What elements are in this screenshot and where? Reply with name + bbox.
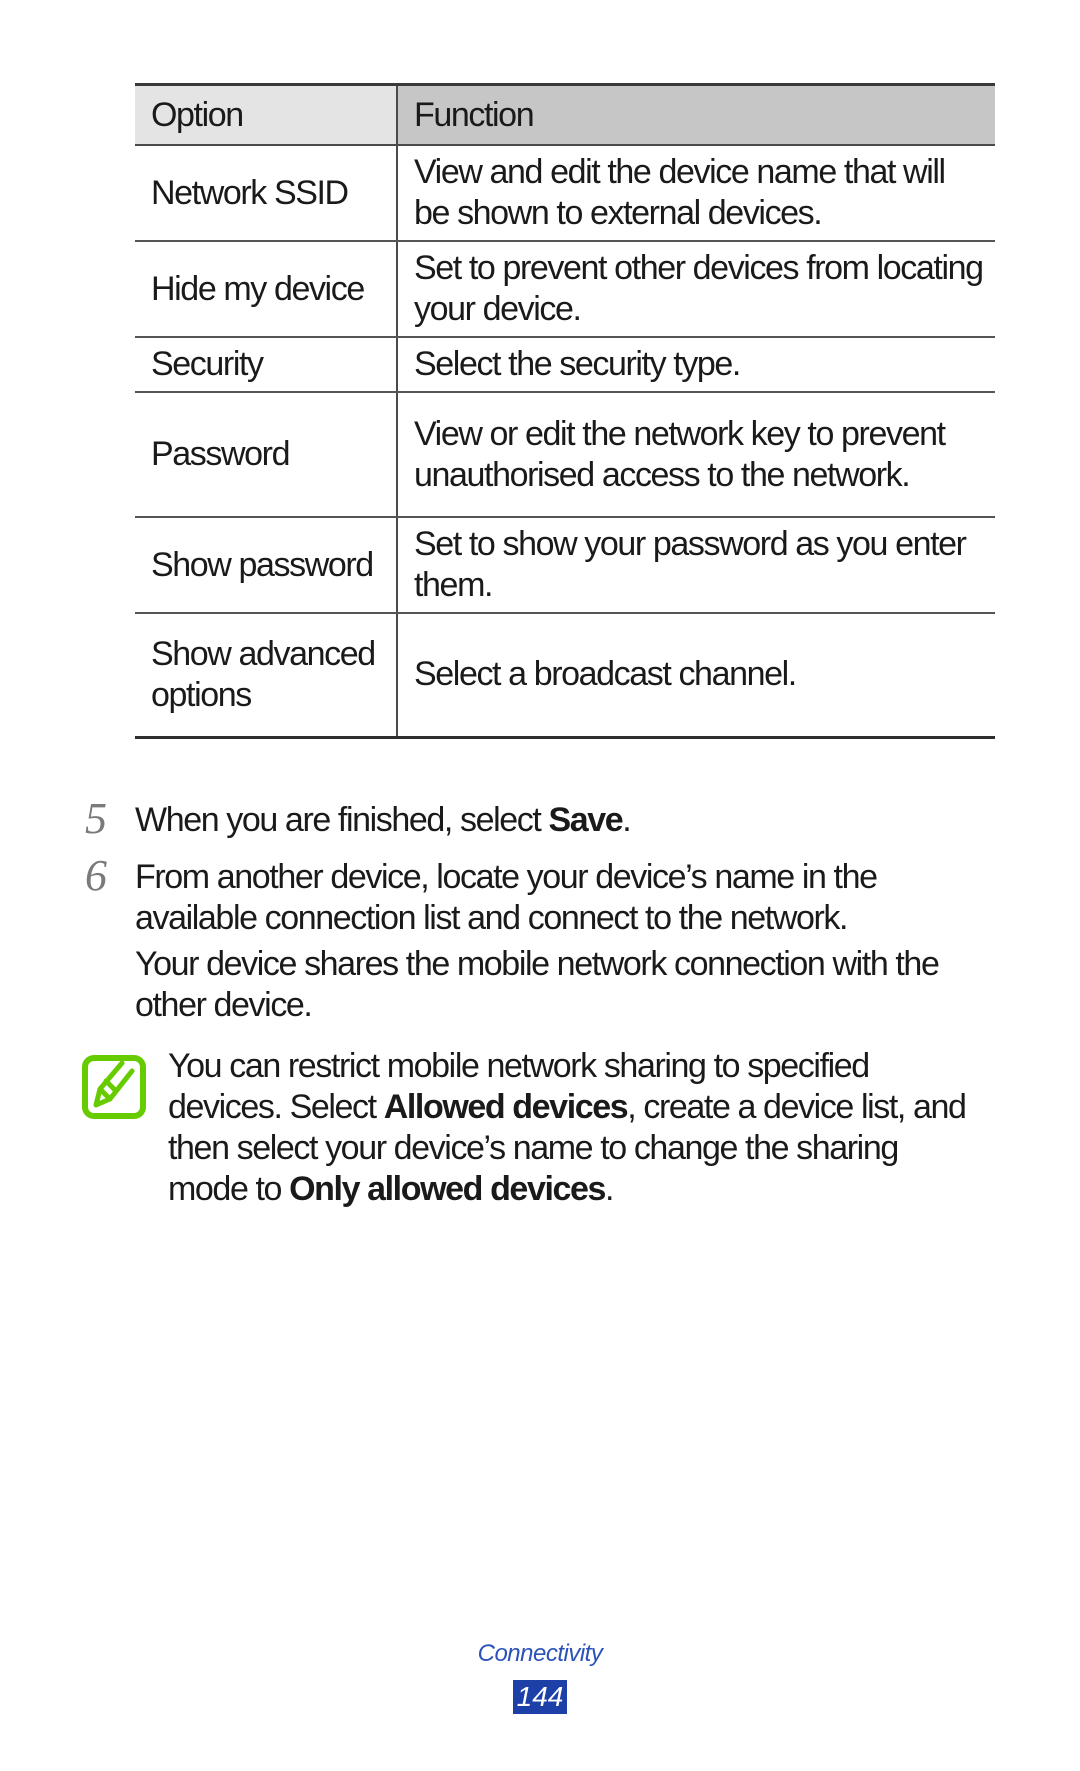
note-pencil-icon <box>82 1055 146 1119</box>
table-row: Show password Set to show your password … <box>135 517 995 614</box>
table-row: Network SSID View and edit the device na… <box>135 145 995 242</box>
function-cell: Select a broadcast channel. <box>397 613 995 739</box>
function-cell: Select the security type. <box>397 337 995 393</box>
table-row: Show advanced options Select a broadcast… <box>135 613 995 739</box>
option-cell: Show advanced options <box>135 613 398 739</box>
option-cell: Show password <box>135 517 398 614</box>
step-bold-save: Save <box>548 801 623 839</box>
header-option: Option <box>135 83 398 146</box>
option-cell: Password <box>135 392 398 518</box>
step-number: 5 <box>85 794 107 843</box>
step-text-end: . <box>622 801 631 839</box>
function-cell: View or edit the network key to prevent … <box>397 392 995 518</box>
footer-section-title: Connectivity <box>477 1640 603 1667</box>
note-text: You can restrict mobile network sharing … <box>168 1046 968 1210</box>
header-function: Function <box>397 83 995 146</box>
table-row: Password View or edit the network key to… <box>135 392 995 518</box>
function-cell: View and edit the device name that will … <box>397 145 995 242</box>
function-cell: Set to show your password as you enter t… <box>397 517 995 614</box>
table-header-row: Option Function <box>135 83 995 146</box>
note-bold-allowed-devices: Allowed devices <box>383 1088 629 1126</box>
table-row: Hide my device Set to prevent other devi… <box>135 241 995 338</box>
option-cell: Hide my device <box>135 241 398 338</box>
step-6: 6 From another device, locate your devic… <box>85 854 975 939</box>
table-row: Security Select the security type. <box>135 337 995 393</box>
step-text: From another device, locate your device’… <box>135 858 878 937</box>
option-cell: Network SSID <box>135 145 398 242</box>
step-5: 5 When you are finished, select Save. <box>85 797 975 841</box>
page-number: 144 <box>513 1680 567 1714</box>
step-text: When you are finished, select <box>135 801 549 839</box>
note-bold-only-allowed-devices: Only allowed devices <box>289 1170 606 1208</box>
step-number: 6 <box>85 851 107 900</box>
manual-page: Option Function Network SSID View and ed… <box>0 0 1080 1771</box>
note-text-part: . <box>605 1170 614 1208</box>
option-cell: Security <box>135 337 398 393</box>
result-paragraph: Your device shares the mobile network co… <box>135 945 940 1024</box>
options-table: Option Function Network SSID View and ed… <box>135 83 995 739</box>
function-cell: Set to prevent other devices from locati… <box>397 241 995 338</box>
